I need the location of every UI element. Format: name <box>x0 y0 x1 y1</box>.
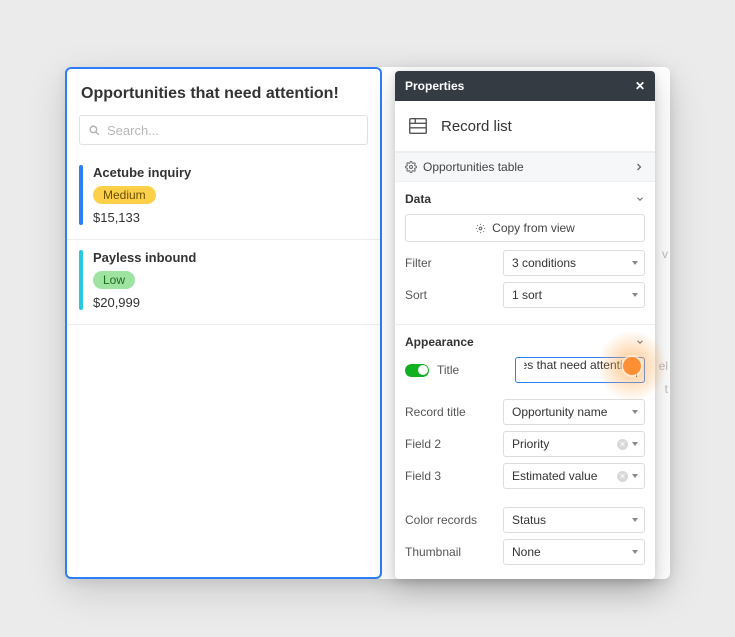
status-color-bar <box>79 165 83 225</box>
record-title-select[interactable]: Opportunity name <box>503 399 645 425</box>
section-header-appearance[interactable]: Appearance <box>395 325 655 357</box>
record-title-value: Opportunity name <box>512 405 607 419</box>
chevron-down-icon <box>632 442 638 446</box>
color-records-value: Status <box>512 513 546 527</box>
close-button[interactable]: ✕ <box>635 79 645 93</box>
chevron-down-icon <box>635 337 645 347</box>
sort-value: 1 sort <box>512 288 542 302</box>
record-title-label: Record title <box>405 405 495 419</box>
section-label: Appearance <box>405 335 474 349</box>
copy-from-view-label: Copy from view <box>492 221 575 235</box>
record-title: Acetube inquiry <box>93 165 191 180</box>
title-toggle-label: Title <box>437 363 459 377</box>
chevron-down-icon <box>632 261 638 265</box>
chevron-down-icon <box>632 293 638 297</box>
section-body-data: Copy from view Filter 3 conditions Sort … <box>395 214 655 325</box>
sort-select[interactable]: 1 sort <box>503 282 645 308</box>
field-3-value: Estimated value <box>512 469 597 483</box>
record-title: Payless inbound <box>93 250 196 265</box>
list-item[interactable]: Payless inbound Low $20,999 <box>67 240 380 325</box>
title-input-value: inities that need attention! <box>524 358 636 372</box>
search-icon <box>88 124 101 137</box>
filter-select[interactable]: 3 conditions <box>503 250 645 276</box>
chevron-down-icon <box>632 518 638 522</box>
properties-header: Properties ✕ <box>395 71 655 101</box>
chevron-down-icon <box>632 550 638 554</box>
status-color-bar <box>79 250 83 310</box>
priority-badge: Medium <box>93 186 156 204</box>
clear-icon[interactable]: ✕ <box>617 471 628 482</box>
element-type-label: Record list <box>441 118 512 135</box>
color-records-select[interactable]: Status <box>503 507 645 533</box>
field-2-value: Priority <box>512 437 549 451</box>
title-toggle[interactable] <box>405 364 429 377</box>
list-item[interactable]: Acetube inquiry Medium $15,133 <box>67 155 380 240</box>
peek-fragment: t <box>665 382 668 396</box>
text-caret <box>636 363 637 377</box>
sort-label: Sort <box>405 288 495 302</box>
peek-fragment: el <box>659 359 668 373</box>
section-body-appearance: Title inities that need attention! Recor… <box>395 357 655 579</box>
element-type-row: Record list <box>395 101 655 152</box>
field-2-label: Field 2 <box>405 437 495 451</box>
properties-header-label: Properties <box>405 79 464 93</box>
record-list-icon <box>407 115 429 137</box>
gear-icon <box>475 223 486 234</box>
page-title: Opportunities that need attention! <box>67 69 380 115</box>
field-2-select[interactable]: Priority ✕ <box>503 431 645 457</box>
chevron-right-icon <box>633 161 645 173</box>
record-value: $15,133 <box>93 210 191 225</box>
thumbnail-value: None <box>512 545 541 559</box>
source-table-row[interactable]: Opportunities table <box>395 152 655 182</box>
priority-badge: Low <box>93 271 135 289</box>
properties-panel: Properties ✕ Record list Opportu <box>395 71 655 579</box>
gear-icon <box>405 161 417 173</box>
peek-fragment: v <box>662 247 668 261</box>
copy-from-view-button[interactable]: Copy from view <box>405 214 645 242</box>
source-table-label: Opportunities table <box>423 160 524 174</box>
filter-value: 3 conditions <box>512 256 576 270</box>
search-placeholder: Search... <box>107 123 159 138</box>
chevron-down-icon <box>632 474 638 478</box>
thumbnail-label: Thumbnail <box>405 545 495 559</box>
record-list-preview[interactable]: Opportunities that need attention! Searc… <box>65 67 382 579</box>
section-label: Data <box>405 192 431 206</box>
record-value: $20,999 <box>93 295 196 310</box>
field-3-select[interactable]: Estimated value ✕ <box>503 463 645 489</box>
title-input[interactable]: inities that need attention! <box>515 357 645 383</box>
section-header-data[interactable]: Data <box>395 182 655 214</box>
chevron-down-icon <box>632 410 638 414</box>
color-records-label: Color records <box>405 513 495 527</box>
field-3-label: Field 3 <box>405 469 495 483</box>
clear-icon[interactable]: ✕ <box>617 439 628 450</box>
app-window: Opportunities that need attention! Searc… <box>65 67 670 579</box>
right-pane: v el t Properties ✕ Record list <box>382 67 670 579</box>
chevron-down-icon <box>635 194 645 204</box>
search-input[interactable]: Search... <box>79 115 368 145</box>
filter-label: Filter <box>405 256 495 270</box>
thumbnail-select[interactable]: None <box>503 539 645 565</box>
